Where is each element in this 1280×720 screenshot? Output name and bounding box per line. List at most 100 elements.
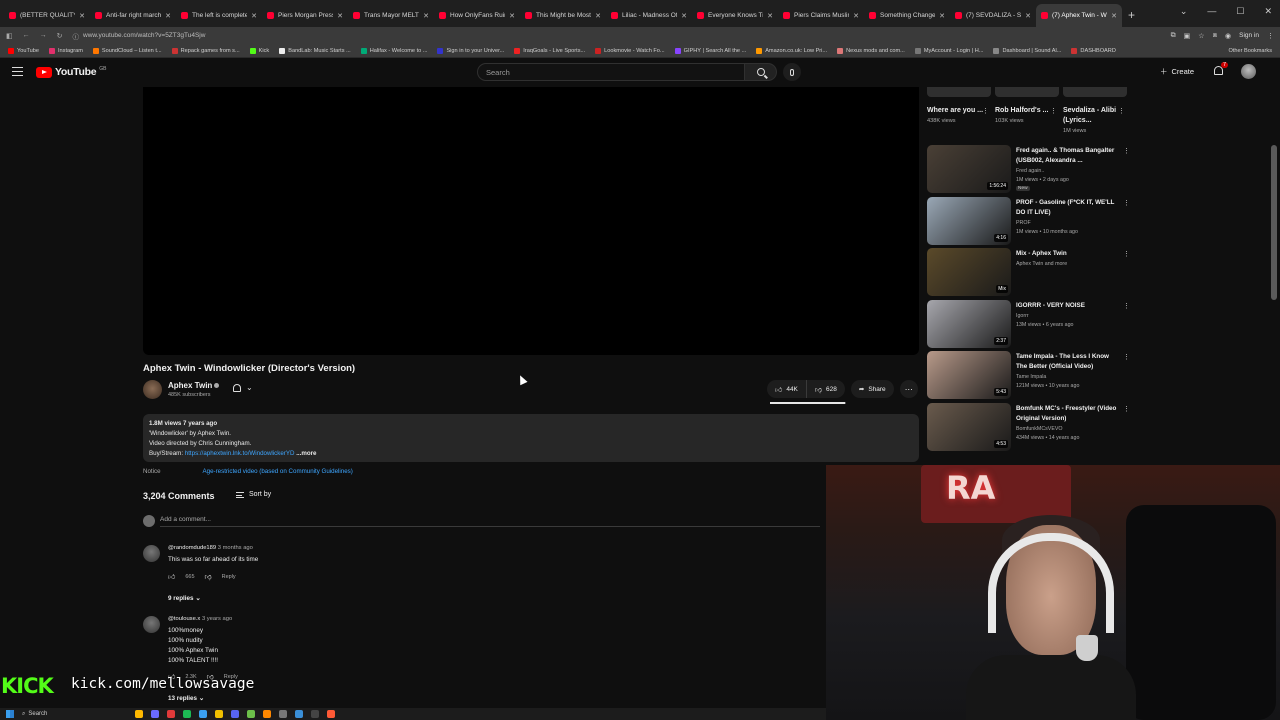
profile-icon[interactable]: ◉ bbox=[1225, 32, 1231, 40]
other-bookmarks-folder[interactable]: Other Bookmarks bbox=[1228, 48, 1272, 54]
close-window-button[interactable]: ✕ bbox=[1264, 6, 1272, 17]
browser-tab[interactable]: (7) SEVDALIZA - SHA✕ bbox=[950, 4, 1036, 27]
recommended-channel[interactable]: Igorrr bbox=[1016, 313, 1029, 319]
search-input[interactable] bbox=[477, 63, 745, 81]
bookmark-item[interactable]: Dashboard | Sound Al... bbox=[993, 47, 1061, 54]
browser-menu-icon[interactable]: ⋮ bbox=[1267, 32, 1274, 40]
bookmark-item[interactable]: Nexus mods and com... bbox=[837, 47, 905, 54]
voice-search-button[interactable] bbox=[783, 63, 801, 81]
bookmark-item[interactable]: BandLab: Music Starts ... bbox=[279, 47, 351, 54]
edge-icon[interactable] bbox=[199, 710, 207, 718]
commenter-avatar[interactable] bbox=[143, 616, 160, 633]
bookmark-item[interactable]: Lookmovie - Watch Fo... bbox=[595, 47, 665, 54]
reload-button[interactable]: ↻ bbox=[57, 32, 63, 40]
close-tab-icon[interactable]: ✕ bbox=[1111, 12, 1117, 20]
thumbs-up-icon[interactable]: 👍︎ bbox=[168, 572, 175, 581]
recommended-channel[interactable]: BomfunkMCsVEVO bbox=[1016, 426, 1063, 432]
more-vertical-icon[interactable]: ⋮ bbox=[1123, 353, 1130, 361]
more-vertical-icon[interactable]: ⋮ bbox=[982, 107, 989, 115]
more-vertical-icon[interactable]: ⋮ bbox=[1123, 302, 1130, 310]
short-item[interactable]: Rob Halford's ... 103K views ⋮ bbox=[995, 87, 1059, 124]
recommended-channel[interactable]: Aphex Twin and more bbox=[1016, 261, 1067, 267]
browser-tab[interactable]: Everyone Knows Trou ✕ bbox=[692, 4, 778, 27]
thumbs-down-icon[interactable]: 👎︎ bbox=[205, 572, 212, 581]
app-icon[interactable] bbox=[263, 710, 271, 718]
more-vertical-icon[interactable]: ⋮ bbox=[1050, 107, 1057, 115]
close-tab-icon[interactable]: ✕ bbox=[509, 12, 515, 20]
app-icon[interactable] bbox=[295, 710, 303, 718]
video-thumbnail[interactable]: Mix bbox=[927, 248, 1011, 296]
close-tab-icon[interactable]: ✕ bbox=[337, 12, 343, 20]
bookmark-item[interactable]: Amazon.co.uk: Low Pri... bbox=[756, 47, 827, 54]
task-view-icon[interactable] bbox=[151, 710, 159, 718]
reply-button[interactable]: Reply bbox=[222, 574, 236, 580]
bookmark-item[interactable]: YouTube bbox=[8, 47, 39, 54]
maximize-button[interactable]: ☐ bbox=[1236, 6, 1244, 17]
back-button[interactable]: ← bbox=[23, 32, 30, 39]
bookmark-star-icon[interactable]: ☆ bbox=[1198, 32, 1204, 40]
close-tab-icon[interactable]: ✕ bbox=[165, 12, 171, 20]
recommended-channel[interactable]: PROF bbox=[1016, 220, 1031, 226]
bookmark-item[interactable]: DASHBOARD bbox=[1071, 47, 1116, 54]
comment-author[interactable]: @randomdude189 bbox=[168, 545, 216, 551]
more-vertical-icon[interactable]: ⋮ bbox=[1123, 250, 1130, 258]
browser-tab[interactable]: (7) Aphex Twin - Wind ✕ bbox=[1036, 4, 1122, 27]
windows-start-icon[interactable] bbox=[6, 710, 14, 718]
more-vertical-icon[interactable]: ⋮ bbox=[1118, 107, 1125, 115]
youtube-logo[interactable]: YouTube GB bbox=[36, 66, 107, 78]
channel-avatar[interactable] bbox=[143, 380, 162, 399]
recommended-channel[interactable]: Fred again.. bbox=[1016, 168, 1044, 174]
comment-author[interactable]: @toulouse.x bbox=[168, 616, 200, 622]
browser-tab[interactable]: Something Changed /✕ bbox=[864, 4, 950, 27]
recommended-video[interactable]: 5:43 Tame Impala - The Less I Know The Be… bbox=[927, 351, 1132, 399]
brave-icon[interactable] bbox=[327, 710, 335, 718]
app-icon[interactable] bbox=[247, 710, 255, 718]
bookmark-item[interactable]: GIPHY | Search All the ... bbox=[674, 47, 746, 54]
video-thumbnail[interactable]: 4:53 bbox=[927, 402, 1011, 451]
view-replies-button[interactable]: 13 replies ⌄ bbox=[168, 695, 204, 702]
commenter-avatar[interactable] bbox=[143, 545, 160, 562]
show-more-button[interactable]: ...more bbox=[294, 450, 316, 457]
short-item[interactable]: Where are you ... 438K views ⋮ bbox=[927, 87, 991, 124]
more-actions-button[interactable]: ⋯ bbox=[899, 380, 918, 398]
app-icon[interactable] bbox=[279, 710, 287, 718]
browser-tab[interactable]: How OnlyFans Ruined ✕ bbox=[434, 4, 520, 27]
more-vertical-icon[interactable]: ⋮ bbox=[1123, 147, 1130, 155]
recommended-video[interactable]: 4:16 PROF - Gasoline (F*CK IT, WE'LL DO I… bbox=[927, 196, 1132, 245]
screenshot-icon[interactable]: ⧉ bbox=[1171, 32, 1176, 40]
file-explorer-icon[interactable] bbox=[215, 710, 223, 718]
sidebar-toggle-icon[interactable]: ◧ bbox=[6, 32, 13, 40]
sort-comments-button[interactable]: Sort by bbox=[236, 491, 271, 498]
close-tab-icon[interactable]: ✕ bbox=[853, 12, 859, 20]
tab-search-icon[interactable]: ⌄ bbox=[1180, 6, 1188, 17]
view-replies-button[interactable]: 9 replies ⌄ bbox=[168, 595, 201, 602]
install-icon[interactable]: ▣ bbox=[1184, 32, 1191, 40]
close-tab-icon[interactable]: ✕ bbox=[423, 12, 429, 20]
close-tab-icon[interactable]: ✕ bbox=[1025, 12, 1031, 20]
hamburger-menu-icon[interactable] bbox=[12, 67, 23, 76]
browser-tab[interactable]: Trans Mayor MELTS D ✕ bbox=[348, 4, 434, 27]
video-thumbnail[interactable]: 2:37 bbox=[927, 299, 1011, 348]
add-comment-input[interactable]: Add a comment... bbox=[160, 516, 820, 527]
browser-tab[interactable]: (BETTER QUALITY) Li ✕ bbox=[4, 4, 90, 27]
recommended-channel[interactable]: Tame Impala bbox=[1016, 374, 1046, 380]
close-tab-icon[interactable]: ✕ bbox=[767, 12, 773, 20]
browser-tab[interactable]: Anti-far right march ✕ bbox=[90, 4, 176, 27]
page-scrollbar[interactable] bbox=[1271, 145, 1277, 300]
bookmark-item[interactable]: MyAccount - Login | H... bbox=[914, 47, 983, 54]
create-button[interactable]: ＋ Create bbox=[1160, 66, 1194, 77]
recommended-video[interactable]: 2:37 IGORRR - VERY NOISE Igorrr 13M views •… bbox=[927, 299, 1132, 348]
search-button[interactable] bbox=[745, 63, 777, 81]
more-vertical-icon[interactable]: ⋮ bbox=[1123, 405, 1130, 413]
browser-signin-button[interactable]: Sign in bbox=[1239, 32, 1259, 39]
share-button[interactable]: ➦ Share bbox=[850, 380, 894, 398]
close-tab-icon[interactable]: ✕ bbox=[595, 12, 601, 20]
video-thumbnail[interactable]: 1:56:24 bbox=[927, 145, 1011, 193]
browser-tab[interactable]: This Might be Most In ✕ bbox=[520, 4, 606, 27]
video-thumbnail[interactable]: 4:16 bbox=[927, 196, 1011, 245]
video-player[interactable] bbox=[143, 87, 919, 355]
spotify-icon[interactable] bbox=[183, 710, 191, 718]
close-tab-icon[interactable]: ✕ bbox=[79, 12, 85, 20]
channel-name-link[interactable]: Aphex Twin bbox=[168, 381, 220, 390]
forward-button[interactable]: → bbox=[40, 32, 47, 39]
